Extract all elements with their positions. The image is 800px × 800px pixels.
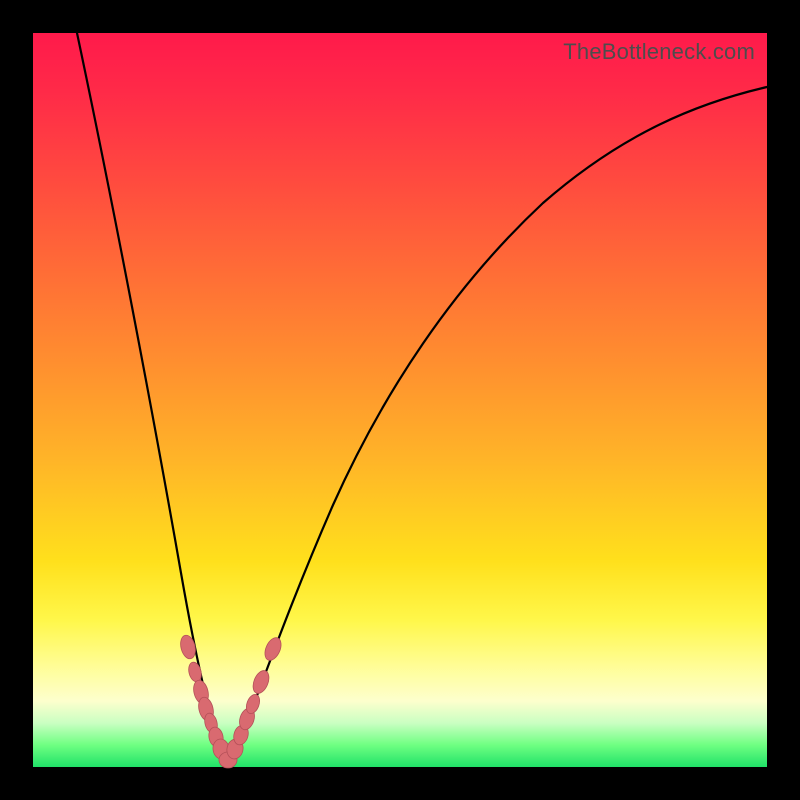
bead [262,635,285,663]
right-curve [228,87,767,761]
chart-frame: TheBottleneck.com [0,0,800,800]
beads-group [178,634,284,768]
plot-area: TheBottleneck.com [33,33,767,767]
curves-svg [33,33,767,767]
bead [187,661,203,683]
bead [178,634,197,661]
left-curve [77,33,228,761]
bead [250,668,272,695]
